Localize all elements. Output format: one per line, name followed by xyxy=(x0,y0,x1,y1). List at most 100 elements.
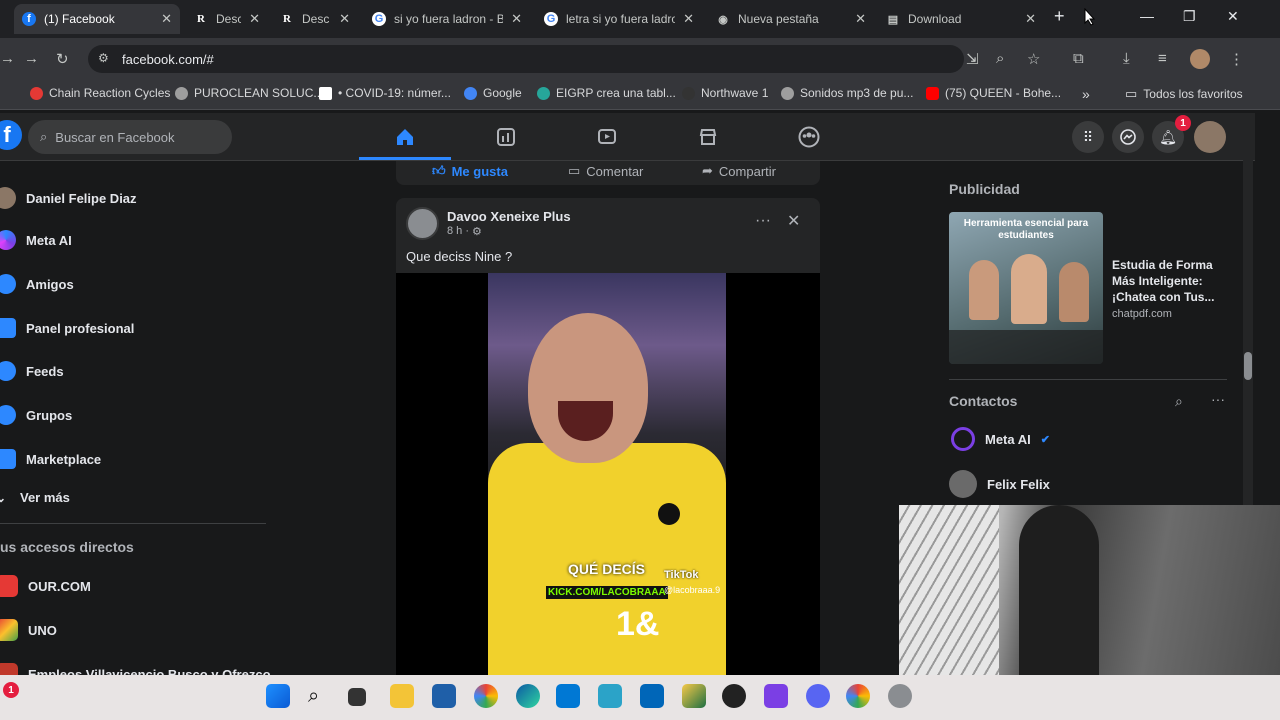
tab-desc-2[interactable]: R Desc ✕ xyxy=(272,4,358,34)
hide-post-close-icon[interactable]: ✕ xyxy=(787,211,800,231)
like-button[interactable]: 👍︎ Me gusta xyxy=(432,163,508,179)
dashboard-icon[interactable] xyxy=(495,126,517,148)
thumbs-up-icon: 👍︎ xyxy=(432,163,446,178)
close-tab-icon[interactable]: ✕ xyxy=(855,11,866,27)
home-icon[interactable] xyxy=(394,126,416,148)
student-figure xyxy=(969,260,999,320)
maximize-icon[interactable]: ❐ xyxy=(1183,8,1196,25)
contact-item-meta-ai[interactable]: Meta AI ✔ xyxy=(951,427,1050,451)
bookmark-item[interactable]: Google xyxy=(464,86,522,100)
media-control-icon[interactable]: ≡ xyxy=(1158,50,1167,67)
ads-heading: Publicidad xyxy=(949,181,1020,197)
edge-icon[interactable] xyxy=(516,684,540,708)
chrome-icon[interactable] xyxy=(474,684,498,708)
site-info-icon[interactable]: ⚙ xyxy=(98,51,109,65)
forward-icon[interactable]: → xyxy=(24,50,39,67)
sidebar-item-marketplace[interactable]: Marketplace xyxy=(0,449,101,469)
sidebar-item-meta-ai[interactable]: Meta AI xyxy=(0,230,72,250)
contacts-heading: Contactos xyxy=(949,393,1018,409)
post-text: Que deciss Nine ? xyxy=(406,249,513,264)
ad-image[interactable]: Herramienta esencial para estudiantes xyxy=(949,212,1103,364)
close-window-icon[interactable]: ✕ xyxy=(1227,8,1239,25)
search-input[interactable]: ⌕ Buscar en Facebook xyxy=(28,120,232,154)
reload-icon[interactable]: ↻ xyxy=(56,50,69,68)
tab-desc-1[interactable]: R Desc ✕ xyxy=(186,4,268,34)
video-frame[interactable]: QUÉ DECÍS KICK.COM/LACOBRAAA TikTok @lac… xyxy=(488,273,726,675)
video-icon[interactable] xyxy=(596,126,618,148)
post-time[interactable]: 8 h · xyxy=(447,225,469,238)
app-icon[interactable] xyxy=(598,684,622,708)
app-icon[interactable] xyxy=(682,684,706,708)
app-icon[interactable] xyxy=(722,684,746,708)
install-app-icon[interactable]: ⇲ xyxy=(966,50,979,68)
share-button[interactable]: ➦ Compartir xyxy=(702,163,776,179)
minimize-icon[interactable]: — xyxy=(1140,8,1154,24)
address-bar[interactable]: ⚙ facebook.com/# xyxy=(88,45,964,73)
ad-domain[interactable]: chatpdf.com xyxy=(1112,308,1172,320)
back-icon[interactable]: → xyxy=(0,50,15,67)
bookmark-item[interactable]: Chain Reaction Cycles xyxy=(30,86,170,100)
groups-icon[interactable] xyxy=(798,126,820,148)
close-tab-icon[interactable]: ✕ xyxy=(1025,11,1036,27)
share-label: Compartir xyxy=(718,163,776,179)
chrome-icon[interactable] xyxy=(846,684,870,708)
bookmark-item[interactable]: (75) QUEEN - Bohe... xyxy=(926,86,1061,100)
messenger-icon[interactable] xyxy=(1112,121,1144,153)
close-tab-icon[interactable]: ✕ xyxy=(683,11,694,27)
bookmark-item[interactable]: PUROCLEAN SOLUC... xyxy=(175,86,323,100)
extensions-icon[interactable]: ⧉ xyxy=(1073,50,1084,67)
close-tab-icon[interactable]: ✕ xyxy=(511,11,522,27)
discord-icon[interactable] xyxy=(806,684,830,708)
chrome-menu-icon[interactable]: ⋮ xyxy=(1229,50,1244,68)
file-explorer-icon[interactable] xyxy=(390,684,414,708)
close-tab-icon[interactable]: ✕ xyxy=(339,11,350,27)
sidebar-item-friends[interactable]: Amigos xyxy=(0,274,74,294)
tab-download[interactable]: ▤ Download ✕ xyxy=(878,4,1044,34)
shortcut-item[interactable]: OUR.COM xyxy=(0,575,91,597)
profile-avatar[interactable] xyxy=(1190,49,1210,69)
comment-button[interactable]: ▭ Comentar xyxy=(568,163,643,179)
sidebar-item-groups[interactable]: Grupos xyxy=(0,405,72,425)
shortcut-item[interactable]: UNO xyxy=(0,619,57,641)
tab-new-tab[interactable]: ◉ Nueva pestaña ✕ xyxy=(708,4,874,34)
see-more-button[interactable]: ⌄ Ver más xyxy=(0,490,70,505)
app-icon[interactable] xyxy=(764,684,788,708)
close-tab-icon[interactable]: ✕ xyxy=(249,11,260,27)
task-view-icon[interactable] xyxy=(348,688,366,706)
sidebar-item-profile[interactable]: Daniel Felipe Diaz xyxy=(0,187,137,209)
tab-facebook[interactable]: f (1) Facebook ✕ xyxy=(14,4,180,34)
contact-item-felix[interactable]: Felix Felix xyxy=(949,470,1050,498)
bookmark-item[interactable]: EIGRP crea una tabl... xyxy=(537,86,676,100)
outlook-icon[interactable] xyxy=(556,684,580,708)
sidebar-item-professional-dashboard[interactable]: Panel profesional xyxy=(0,318,134,338)
bookmark-item[interactable]: Sonidos mp3 de pu... xyxy=(781,86,913,100)
zoom-icon[interactable]: ⌕ xyxy=(996,50,1004,67)
all-favorites-folder[interactable]: ▭ Todos los favoritos xyxy=(1125,86,1243,102)
downloads-icon[interactable]: ⤓ xyxy=(1123,50,1130,67)
account-avatar[interactable] xyxy=(1194,121,1226,153)
vscode-icon[interactable] xyxy=(640,684,664,708)
bookmark-star-icon[interactable]: ☆ xyxy=(1027,50,1040,68)
tab-google-search-1[interactable]: G si yo fuera ladron - B ✕ xyxy=(364,4,530,34)
new-tab-icon[interactable]: + xyxy=(1054,6,1065,27)
search-contacts-icon[interactable]: ⌕ xyxy=(1175,393,1183,410)
bookmark-item[interactable]: Northwave 1 xyxy=(682,86,768,100)
bookmark-item[interactable]: • COVID-19: númer... xyxy=(319,86,451,100)
bookmarks-overflow-icon[interactable]: » xyxy=(1082,86,1090,102)
post-author-name[interactable]: Davoo Xeneixe Plus xyxy=(447,209,571,224)
menu-grid-icon[interactable]: ⠿ xyxy=(1072,121,1104,153)
google-favicon-icon: G xyxy=(544,12,558,26)
store-icon[interactable] xyxy=(432,684,456,708)
settings-icon[interactable] xyxy=(888,684,912,708)
post-author-avatar[interactable] xyxy=(406,207,439,240)
tab-google-search-2[interactable]: G letra si yo fuera ladro ✕ xyxy=(536,4,702,34)
search-icon[interactable]: ⌕ xyxy=(308,684,332,708)
windows-start-icon[interactable] xyxy=(266,684,290,708)
sidebar-item-feeds[interactable]: Feeds xyxy=(0,361,64,381)
contacts-options-icon[interactable]: ··· xyxy=(1211,391,1225,407)
post-options-icon[interactable]: ··· xyxy=(755,212,771,230)
scrollbar-thumb[interactable] xyxy=(1244,352,1252,380)
close-tab-icon[interactable]: ✕ xyxy=(161,11,172,27)
ad-headline[interactable]: Estudia de Forma Más Inteligente: ¡Chate… xyxy=(1112,257,1232,305)
marketplace-icon[interactable] xyxy=(697,126,719,148)
